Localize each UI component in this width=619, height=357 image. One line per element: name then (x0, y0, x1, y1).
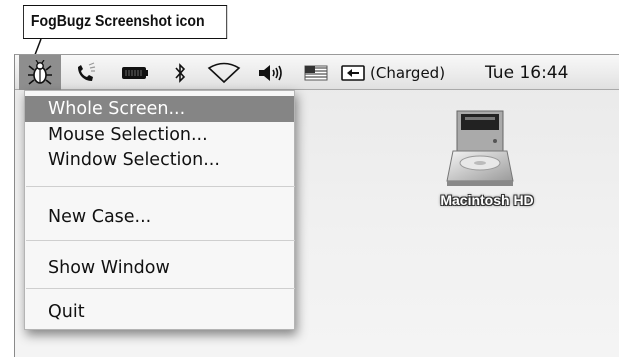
power-plug-icon (341, 64, 365, 81)
bluetooth-icon (175, 62, 186, 83)
fogbugz-screenshot-menu: Whole Screen... Mouse Selection... Windo… (24, 90, 295, 330)
menu-item-mouse-selection[interactable]: Mouse Selection... (25, 122, 294, 148)
volume-icon (259, 64, 282, 81)
menu-item-new-case[interactable]: New Case... (25, 204, 294, 230)
menu-separator (26, 186, 295, 187)
volume-menu-extra[interactable] (254, 55, 288, 90)
fogbugz-bug-icon (28, 59, 52, 85)
hard-drive-icon (446, 110, 514, 186)
menu-separator (26, 240, 295, 241)
battery-status-text: (Charged) (370, 63, 446, 82)
menu-item-quit[interactable]: Quit (25, 299, 294, 325)
bluetooth-menu-extra[interactable] (168, 55, 192, 90)
menu-item-window-selection[interactable]: Window Selection... (25, 147, 294, 173)
menu-separator (26, 288, 295, 289)
phone-icon (78, 61, 96, 81)
input-menu-extra[interactable] (302, 55, 330, 90)
menu-item-show-window[interactable]: Show Window (25, 255, 294, 281)
menu-bar: (Charged) Tue 16:44 (15, 55, 619, 90)
phone-menu-extra[interactable] (71, 55, 101, 90)
airport-wifi-icon (207, 62, 241, 83)
battery-menu-extra[interactable] (119, 55, 151, 90)
menu-bar-clock[interactable]: Tue 16:44 (485, 55, 615, 90)
menu-item-whole-screen[interactable]: Whole Screen... (25, 96, 294, 122)
battery-icon (122, 66, 148, 79)
airport-menu-extra[interactable] (205, 55, 243, 90)
screen: (Charged) Tue 16:44 Whole Screen... Mous… (14, 54, 619, 357)
desktop-icon-label: Macintosh HD (440, 192, 534, 208)
power-status-menu-extra[interactable]: (Charged) (341, 55, 476, 90)
clock-text: Tue 16:44 (485, 62, 569, 83)
input-menu-flag-icon (304, 65, 328, 80)
fogbugz-screenshot-menu-extra[interactable] (19, 55, 61, 90)
